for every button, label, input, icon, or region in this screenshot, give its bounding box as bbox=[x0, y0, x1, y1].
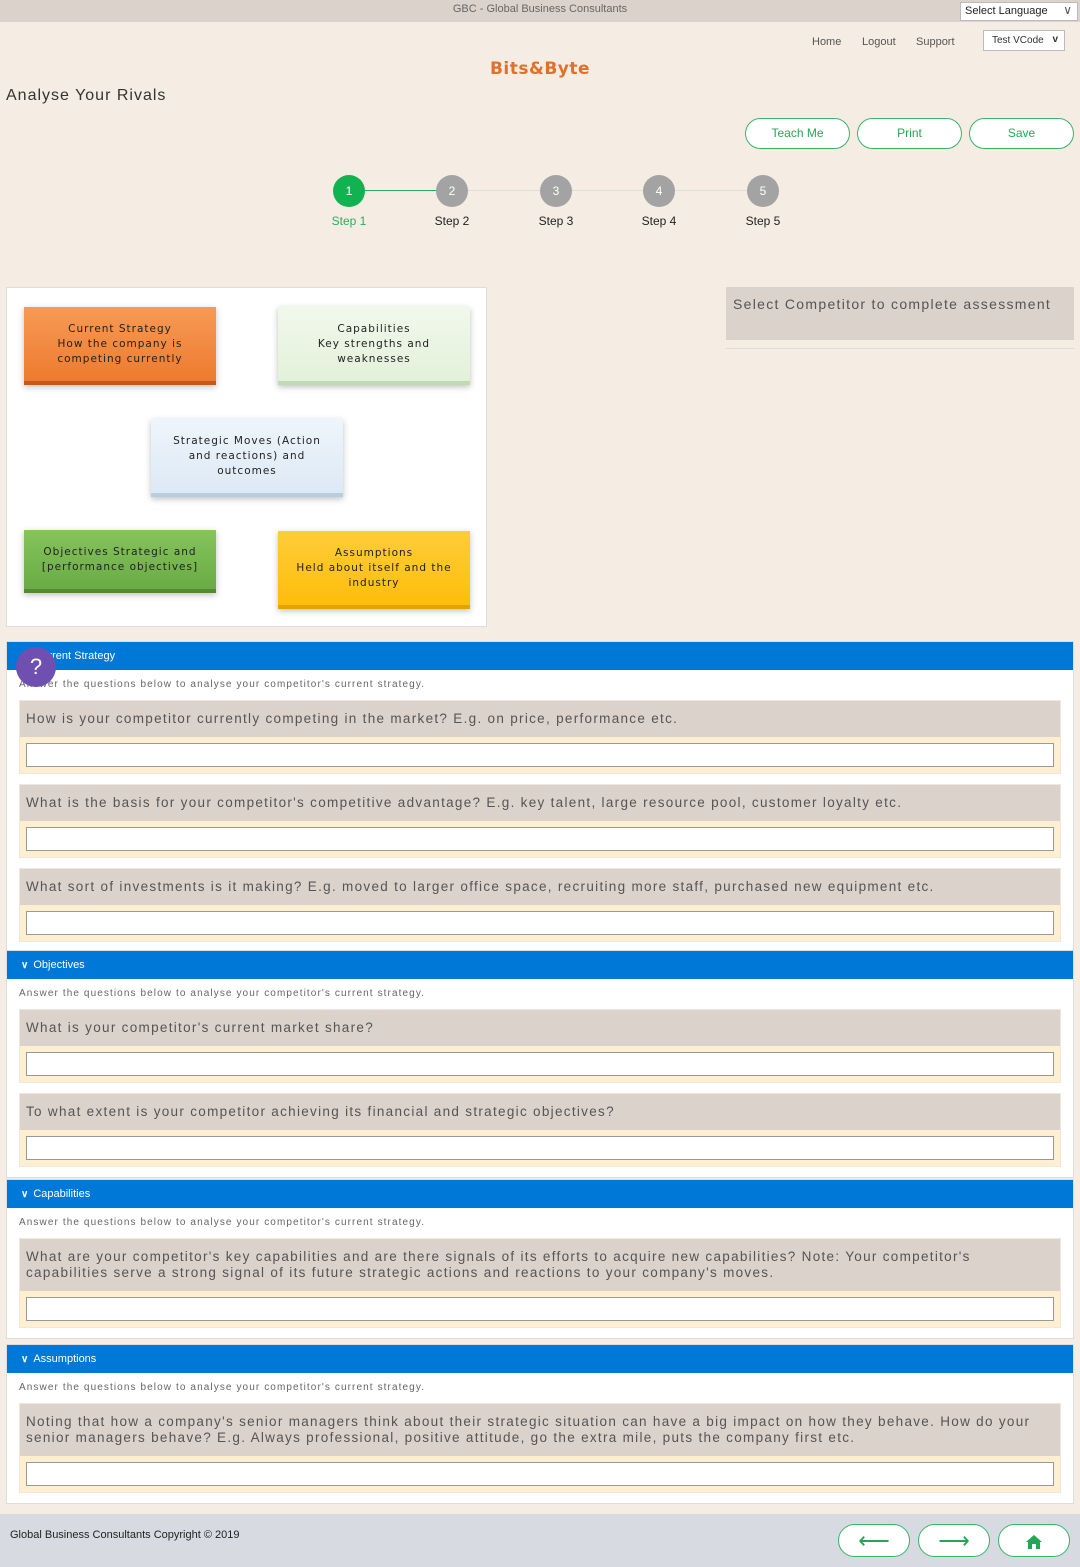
vcode-select[interactable]: Test VCode v bbox=[983, 30, 1065, 51]
teach-me-button[interactable]: Teach Me bbox=[745, 118, 850, 149]
diagram-box-text: How the company is competing currently bbox=[57, 337, 183, 365]
step-2-label[interactable]: Step 2 bbox=[422, 214, 482, 228]
section-header-objectives[interactable]: ∨ Objectives bbox=[7, 951, 1073, 979]
answer-input[interactable] bbox=[26, 1297, 1054, 1321]
diagram-box-title: Capabilities bbox=[337, 322, 411, 335]
arrow-right-icon: ⟶ bbox=[938, 1528, 970, 1553]
section-intro: Answer the questions below to analyse yo… bbox=[19, 1382, 426, 1393]
section-title: Assumptions bbox=[33, 1353, 97, 1365]
stepper-connector bbox=[365, 190, 437, 191]
question-item: What is the basis for your competitor's … bbox=[19, 784, 1061, 858]
next-button[interactable]: ⟶ bbox=[918, 1524, 990, 1557]
step-1-label[interactable]: Step 1 bbox=[319, 214, 379, 228]
diagram-current-strategy[interactable]: Current Strategy How the company is comp… bbox=[24, 307, 216, 385]
home-button[interactable] bbox=[998, 1524, 1070, 1557]
chevron-down-icon: ∨ bbox=[1063, 3, 1072, 17]
question-item: What are your competitor's key capabilit… bbox=[19, 1238, 1061, 1328]
step-4-circle[interactable]: 4 bbox=[643, 175, 675, 207]
section-current-strategy: ✓Current Strategy Answer the questions b… bbox=[6, 641, 1074, 953]
section-title: Capabilities bbox=[33, 1188, 91, 1200]
step-5-label[interactable]: Step 5 bbox=[733, 214, 793, 228]
section-intro: Answer the questions below to analyse yo… bbox=[19, 1217, 426, 1228]
step-5-circle[interactable]: 5 bbox=[747, 175, 779, 207]
site-title: GBC - Global Business Consultants bbox=[452, 3, 628, 15]
diagram-box-text: Key strengths and weaknesses bbox=[317, 337, 431, 365]
question-text: What sort of investments is it making? E… bbox=[20, 869, 1060, 905]
top-bar: GBC - Global Business Consultants Select… bbox=[0, 0, 1080, 22]
section-assumptions: ∨ Assumptions Answer the questions below … bbox=[6, 1344, 1074, 1504]
diagram-objectives[interactable]: Objectives Strategic and [performance ob… bbox=[24, 530, 216, 593]
chevron-down-icon: v bbox=[1052, 34, 1058, 45]
section-objectives: ∨ Objectives Answer the questions below t… bbox=[6, 950, 1074, 1178]
answer-input[interactable] bbox=[26, 911, 1054, 935]
chevron-down-icon: ∨ bbox=[21, 1354, 29, 1365]
diagram-box-text: Objectives Strategic and [performance ob… bbox=[41, 545, 199, 573]
question-item: Noting that how a company's senior manag… bbox=[19, 1403, 1061, 1493]
question-text: Noting that how a company's senior manag… bbox=[20, 1404, 1060, 1456]
question-text: What is your competitor's current market… bbox=[20, 1010, 1060, 1046]
question-text: To what extent is your competitor achiev… bbox=[20, 1094, 1060, 1130]
step-1-circle[interactable]: 1 bbox=[333, 175, 365, 207]
section-header-capabilities[interactable]: ∨ Capabilities bbox=[7, 1180, 1073, 1208]
answer-input[interactable] bbox=[26, 1136, 1054, 1160]
question-item: How is your competitor currently competi… bbox=[19, 700, 1061, 774]
step-4-label[interactable]: Step 4 bbox=[629, 214, 689, 228]
back-button[interactable]: ⟵ bbox=[838, 1524, 910, 1557]
diagram-box-title: Assumptions bbox=[334, 546, 414, 559]
section-header-assumptions[interactable]: ∨ Assumptions bbox=[7, 1345, 1073, 1373]
copyright-text: Global Business Consultants Copyright © … bbox=[10, 1529, 240, 1541]
diagram-strategic-moves[interactable]: Strategic Moves (Action and reactions) a… bbox=[151, 419, 343, 497]
step-3-circle[interactable]: 3 bbox=[540, 175, 572, 207]
step-2-circle[interactable]: 2 bbox=[436, 175, 468, 207]
select-competitor-prompt[interactable]: Select Competitor to complete assessment bbox=[726, 287, 1074, 340]
section-intro: Answer the questions below to analyse yo… bbox=[19, 988, 426, 999]
language-select[interactable]: Select Language ∨ bbox=[960, 2, 1078, 21]
save-button[interactable]: Save bbox=[969, 118, 1074, 149]
divider bbox=[726, 348, 1074, 349]
nav-support-link[interactable]: Support bbox=[916, 36, 955, 48]
diagram-box-title: Current Strategy bbox=[68, 322, 172, 335]
section-capabilities: ∨ Capabilities Answer the questions below… bbox=[6, 1179, 1074, 1339]
stepper-connector bbox=[468, 190, 540, 191]
answer-input[interactable] bbox=[26, 743, 1054, 767]
chevron-down-icon: ∨ bbox=[21, 1189, 29, 1200]
section-title: Objectives bbox=[33, 959, 85, 971]
stepper-connector bbox=[572, 190, 644, 191]
page-title: Analyse Your Rivals bbox=[6, 87, 167, 104]
question-item: To what extent is your competitor achiev… bbox=[19, 1093, 1061, 1167]
question-text: What is the basis for your competitor's … bbox=[20, 785, 1060, 821]
diagram-box-text: Strategic Moves (Action and reactions) a… bbox=[173, 434, 321, 477]
footer: Global Business Consultants Copyright © … bbox=[0, 1514, 1080, 1567]
question-item: What is your competitor's current market… bbox=[19, 1009, 1061, 1083]
question-text: What are your competitor's key capabilit… bbox=[20, 1239, 1060, 1291]
diagram-box-text: Held about itself and the industry bbox=[296, 561, 452, 589]
answer-input[interactable] bbox=[26, 1462, 1054, 1486]
nav-logout-link[interactable]: Logout bbox=[862, 36, 896, 48]
chevron-down-icon: ∨ bbox=[21, 960, 29, 971]
arrow-left-icon: ⟵ bbox=[858, 1528, 890, 1553]
answer-input[interactable] bbox=[26, 827, 1054, 851]
question-text: How is your competitor currently competi… bbox=[20, 701, 1060, 737]
vcode-select-label: Test VCode bbox=[992, 35, 1044, 46]
answer-input[interactable] bbox=[26, 1052, 1054, 1076]
help-icon[interactable]: ? bbox=[16, 647, 56, 687]
print-button[interactable]: Print bbox=[857, 118, 962, 149]
section-intro: Answer the questions below to analyse yo… bbox=[19, 679, 426, 690]
step-3-label[interactable]: Step 3 bbox=[526, 214, 586, 228]
stepper-connector bbox=[675, 190, 747, 191]
language-select-label: Select Language bbox=[965, 5, 1048, 17]
question-item: What sort of investments is it making? E… bbox=[19, 868, 1061, 942]
diagram-capabilities[interactable]: Capabilities Key strengths and weaknesse… bbox=[278, 307, 470, 385]
diagram-assumptions[interactable]: Assumptions Held about itself and the in… bbox=[278, 531, 470, 609]
competitor-analysis-diagram: Current Strategy How the company is comp… bbox=[6, 287, 487, 627]
nav-home-link[interactable]: Home bbox=[812, 36, 841, 48]
brand-logo: Bits&Byte bbox=[489, 59, 591, 79]
home-icon bbox=[1026, 1535, 1042, 1550]
section-header-current-strategy[interactable]: ✓Current Strategy bbox=[7, 642, 1073, 670]
